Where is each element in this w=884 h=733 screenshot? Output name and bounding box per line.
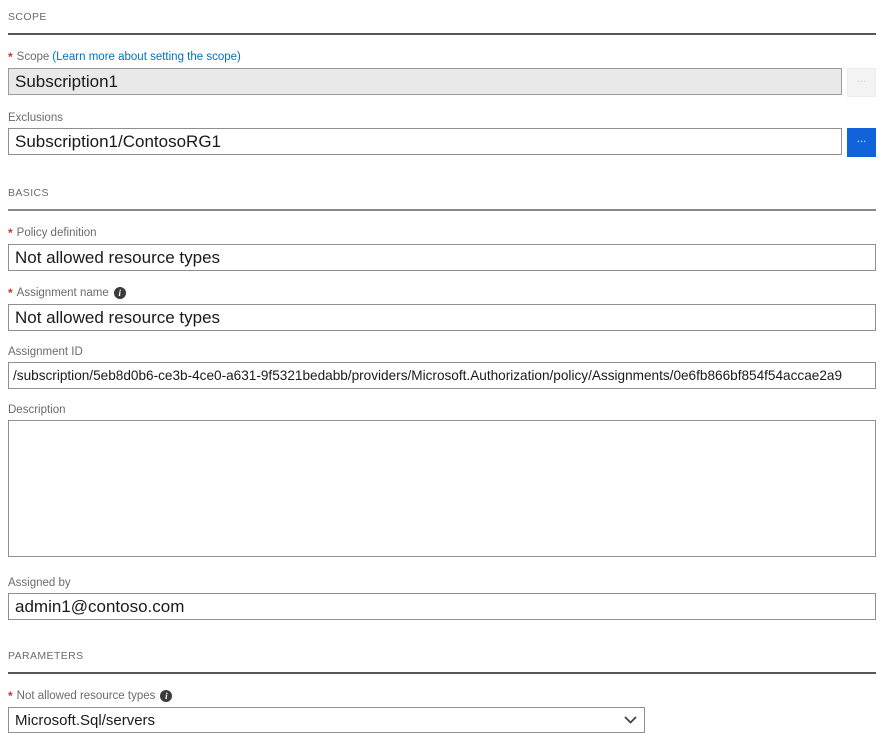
required-asterisk: * bbox=[8, 286, 13, 300]
assigned-by-row bbox=[8, 593, 876, 620]
scope-browse-button[interactable]: ... bbox=[847, 68, 876, 97]
assigned-by-label: Assigned by bbox=[8, 577, 876, 589]
policy-definition-label-text: Policy definition bbox=[17, 227, 97, 239]
info-icon: i bbox=[114, 287, 126, 299]
policy-definition-label: * Policy definition bbox=[8, 226, 876, 240]
not-allowed-resource-types-label-text: Not allowed resource types bbox=[17, 690, 156, 702]
not-allowed-resource-types-label: * Not allowed resource types i bbox=[8, 689, 876, 703]
description-label-text: Description bbox=[8, 404, 66, 416]
scope-learn-more-link[interactable]: (Learn more about setting the scope) bbox=[52, 51, 241, 63]
scope-input-row: ... bbox=[8, 68, 876, 97]
basics-section-title: BASICS bbox=[8, 184, 876, 199]
scope-input[interactable] bbox=[8, 68, 842, 95]
scope-section: SCOPE * Scope (Learn more about setting … bbox=[8, 8, 876, 157]
assigned-by-input[interactable] bbox=[8, 593, 876, 620]
required-asterisk: * bbox=[8, 689, 13, 703]
exclusions-input-row: ... bbox=[8, 128, 876, 157]
parameters-section: PARAMETERS * Not allowed resource types … bbox=[8, 647, 876, 733]
assignment-name-label-text: Assignment name bbox=[17, 287, 109, 299]
exclusions-browse-button[interactable]: ... bbox=[847, 128, 876, 157]
assignment-id-label-text: Assignment ID bbox=[8, 346, 83, 358]
not-allowed-resource-types-dropdown-wrap: Microsoft.Sql/servers bbox=[8, 707, 645, 733]
assignment-name-row bbox=[8, 304, 876, 331]
description-label: Description bbox=[8, 404, 876, 416]
exclusions-input[interactable] bbox=[8, 128, 842, 155]
description-textarea[interactable] bbox=[8, 420, 876, 557]
policy-definition-row bbox=[8, 244, 876, 271]
parameters-section-title: PARAMETERS bbox=[8, 647, 876, 662]
assignment-id-row bbox=[8, 362, 876, 389]
exclusions-field-label: Exclusions bbox=[8, 112, 876, 124]
scope-section-divider bbox=[8, 33, 876, 35]
basics-section-divider bbox=[8, 209, 876, 211]
assignment-id-input[interactable] bbox=[8, 362, 876, 389]
scope-section-title: SCOPE bbox=[8, 8, 876, 23]
basics-section: BASICS * Policy definition * Assignment … bbox=[8, 184, 876, 620]
assigned-by-label-text: Assigned by bbox=[8, 577, 71, 589]
required-asterisk: * bbox=[8, 50, 13, 64]
info-icon: i bbox=[160, 690, 172, 702]
exclusions-label-text: Exclusions bbox=[8, 112, 63, 124]
scope-field-label: * Scope (Learn more about setting the sc… bbox=[8, 50, 876, 64]
assignment-name-label: * Assignment name i bbox=[8, 286, 876, 300]
not-allowed-resource-types-dropdown[interactable]: Microsoft.Sql/servers bbox=[8, 707, 645, 733]
parameters-section-divider bbox=[8, 672, 876, 674]
scope-label-text: Scope bbox=[17, 51, 50, 63]
required-asterisk: * bbox=[8, 226, 13, 240]
assignment-name-input[interactable] bbox=[8, 304, 876, 331]
policy-definition-input[interactable] bbox=[8, 244, 876, 271]
assignment-id-label: Assignment ID bbox=[8, 346, 876, 358]
